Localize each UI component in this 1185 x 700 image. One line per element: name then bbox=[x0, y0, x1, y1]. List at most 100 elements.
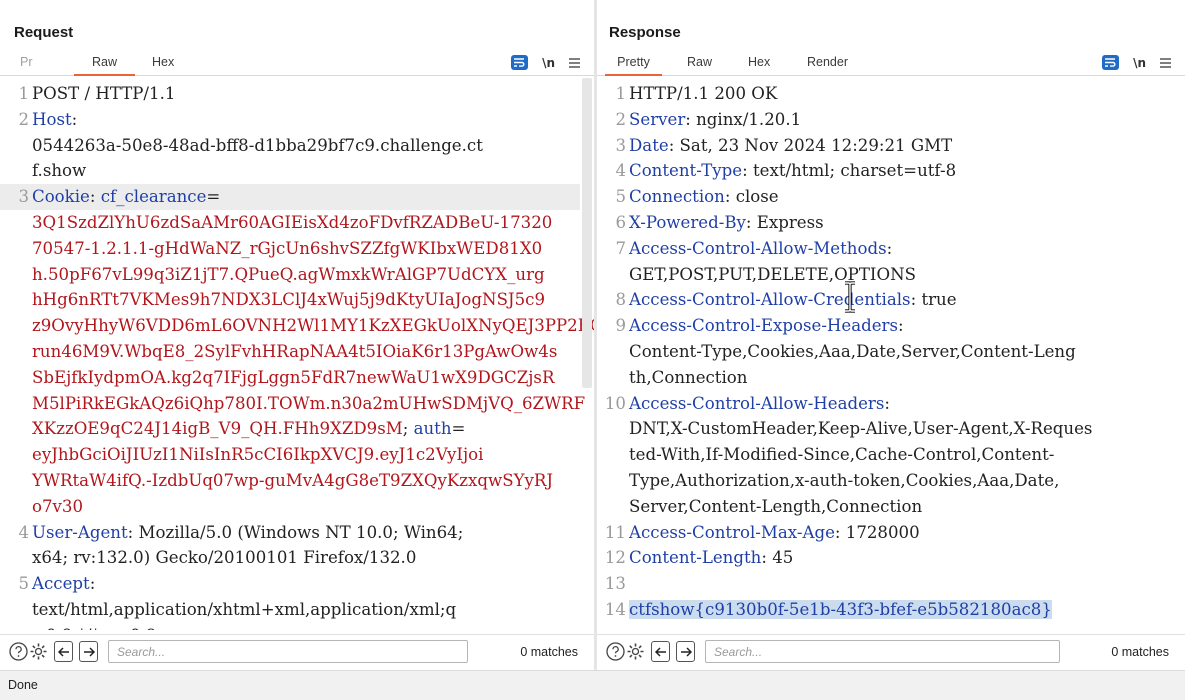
show-newlines-button[interactable]: \n bbox=[542, 56, 555, 70]
header-value: ; bbox=[402, 419, 414, 439]
line-text: text/html,application/xhtml+xml,applicat… bbox=[32, 597, 580, 623]
code-line: Content-Type,Cookies,Aaa,Date,Server,Con… bbox=[597, 339, 1171, 365]
line-text: o7v30 bbox=[32, 494, 580, 520]
header-value: : bbox=[89, 574, 96, 594]
arrow-left-icon[interactable] bbox=[54, 641, 73, 662]
code-line: =0.9,*/*;q=0.8 bbox=[0, 623, 580, 630]
line-number: 1 bbox=[18, 84, 29, 103]
response-search-input[interactable] bbox=[705, 640, 1060, 663]
wrap-lines-icon[interactable] bbox=[511, 55, 529, 70]
code-line: 5 Accept: bbox=[0, 571, 580, 597]
cookie-value: XKzzOE9qC24J14igB_V9_QH.FHh9XZD9sM bbox=[32, 419, 403, 439]
request-title: Request bbox=[14, 24, 74, 41]
line-text: X-Powered-By: Express bbox=[629, 210, 1171, 236]
line-text: User-Agent: Mozilla/5.0 (Windows NT 10.0… bbox=[32, 520, 580, 546]
cookie-key: cf_clearance bbox=[100, 187, 207, 207]
code-line: 3 Cookie: cf_clearance= bbox=[0, 184, 580, 210]
tab-raw-response[interactable]: Raw bbox=[687, 54, 712, 76]
code-line: SbEjfkIydpmOA.kg2q7IFjgLggn5FdR7newWaU1w… bbox=[0, 365, 580, 391]
code-line: 70547-1.2.1.1-gHdWaNZ_rGjcUn6shvSZZfgWKI… bbox=[0, 236, 580, 262]
arrow-right-icon[interactable] bbox=[676, 641, 695, 662]
code-line: 2 Host: bbox=[0, 107, 580, 133]
code-line: hHg6nRTt7VKMes9h7NDX3LClJ4xWuj5j9dKtyUIa… bbox=[0, 287, 580, 313]
line-number: 4 bbox=[18, 522, 29, 542]
header-name: Connection bbox=[629, 187, 725, 207]
menu-icon[interactable] bbox=[1160, 57, 1171, 68]
response-panel: Response Pretty Raw Hex Render \n 1 HTTP/… bbox=[597, 0, 1185, 670]
cookie-value: 3Q1SzdZlYhU6zdSaAMr60AGIEisXd4zoFDvfRZAD… bbox=[32, 212, 553, 232]
arrow-left-icon[interactable] bbox=[651, 641, 670, 662]
line-text: GET,POST,PUT,DELETE,OPTIONS bbox=[629, 262, 1171, 288]
header-value: = bbox=[451, 419, 466, 439]
header-name: X-Powered-By bbox=[629, 212, 746, 232]
show-newlines-button[interactable]: \n bbox=[1133, 56, 1146, 70]
code-line: M5lPiRkEGkAQz6iQhp780I.TOWm.n30a2mUHwSDM… bbox=[0, 391, 585, 417]
line-text: 0544263a-50e8-48ad-bff8-d1bba29bf7c9.cha… bbox=[32, 133, 580, 159]
request-scrollbar[interactable] bbox=[582, 78, 592, 388]
line-number bbox=[0, 158, 32, 184]
line-text: DNT,X-CustomHeader,Keep-Alive,User-Agent… bbox=[629, 416, 1171, 442]
line-number: 8 bbox=[615, 290, 626, 310]
line-text bbox=[629, 571, 1171, 597]
line-text: M5lPiRkEGkAQz6iQhp780I.TOWm.n30a2mUHwSDM… bbox=[32, 391, 585, 417]
code-line: 9 Access-Control-Expose-Headers: bbox=[597, 313, 1171, 339]
cookie-key: auth bbox=[413, 419, 452, 439]
line-number bbox=[0, 623, 32, 630]
line-number bbox=[597, 262, 629, 288]
header-value: th,Connection bbox=[629, 367, 748, 387]
tab-hex-response[interactable]: Hex bbox=[748, 54, 770, 76]
header-value: 0544263a-50e8-48ad-bff8-d1bba29bf7c9.cha… bbox=[32, 135, 483, 155]
menu-icon[interactable] bbox=[569, 57, 580, 68]
arrow-right-icon[interactable] bbox=[79, 641, 98, 662]
code-line: Type,Authorization,x-auth-token,Cookies,… bbox=[597, 468, 1171, 494]
header-name: Access-Control-Max-Age bbox=[629, 522, 835, 542]
tab-raw-request[interactable]: Raw bbox=[74, 54, 135, 76]
line-text: Access-Control-Allow-Methods: bbox=[629, 236, 1171, 262]
wrap-lines-icon[interactable] bbox=[1102, 55, 1120, 70]
tab-pretty-request[interactable]: Pr bbox=[20, 54, 33, 76]
line-number bbox=[0, 339, 32, 365]
line-number bbox=[0, 468, 32, 494]
line-text: Access-Control-Allow-Headers: bbox=[629, 391, 1171, 417]
response-editor[interactable]: 1 HTTP/1.1 200 OK 2 Server: nginx/1.20.1 3 Da… bbox=[597, 78, 1185, 630]
line-number: 4 bbox=[615, 161, 626, 181]
help-icon[interactable] bbox=[8, 642, 28, 662]
line-text: f.show bbox=[32, 158, 580, 184]
code-line: 6 X-Powered-By: Express bbox=[597, 210, 1171, 236]
line-text: h.50pF67vL99q3iZ1jT7.QPueQ.agWmxkWrAlGP7… bbox=[32, 262, 580, 288]
request-match-count: 0 matches bbox=[520, 644, 578, 659]
tab-pretty-response[interactable]: Pretty bbox=[605, 54, 662, 76]
line-number bbox=[597, 365, 629, 391]
line-number bbox=[0, 597, 32, 623]
line-text: ctfshow{c9130b0f-5e1b-43f3-bfef-e5b58218… bbox=[629, 597, 1171, 623]
cookie-value: 70547-1.2.1.1-gHdWaNZ_rGjcUn6shvSZZfgWKI… bbox=[32, 238, 543, 258]
request-editor[interactable]: 1 POST / HTTP/1.1 2 Host: 0544263a-50e8-48ad… bbox=[0, 78, 594, 630]
header-value: : text/html; charset=utf-8 bbox=[742, 161, 957, 181]
line-text: Type,Authorization,x-auth-token,Cookies,… bbox=[629, 468, 1171, 494]
settings-icon[interactable] bbox=[28, 642, 48, 662]
line-number: 12 bbox=[604, 548, 626, 568]
request-search-input[interactable] bbox=[108, 640, 468, 663]
settings-icon[interactable] bbox=[625, 642, 645, 662]
code-line: 1 HTTP/1.1 200 OK bbox=[597, 81, 1171, 107]
help-icon[interactable] bbox=[605, 642, 625, 662]
response-search-bar: 0 matches bbox=[597, 634, 1185, 668]
header-value: Content-Type,Cookies,Aaa,Date,Server,Con… bbox=[629, 341, 1076, 361]
line-number bbox=[0, 365, 32, 391]
line-number bbox=[0, 133, 32, 159]
request-panel: Request Pr Raw Hex \n 1 POST / HTTP/1.1 2 H… bbox=[0, 0, 594, 670]
code-line: 5 Connection: close bbox=[597, 184, 1171, 210]
line-text: Date: Sat, 23 Nov 2024 12:29:21 GMT bbox=[629, 133, 1171, 159]
tab-render-response[interactable]: Render bbox=[807, 54, 848, 76]
header-value: : bbox=[89, 187, 101, 207]
flag-text: ctfshow{c9130b0f-5e1b-43f3-bfef-e5b58218… bbox=[629, 599, 1052, 619]
tab-hex-request[interactable]: Hex bbox=[152, 54, 174, 76]
line-number: 10 bbox=[604, 393, 626, 413]
code-line: 4 User-Agent: Mozilla/5.0 (Windows NT 10.… bbox=[0, 520, 580, 546]
code-line: text/html,application/xhtml+xml,applicat… bbox=[0, 597, 580, 623]
cookie-value: h.50pF67vL99q3iZ1jT7.QPueQ.agWmxkWrAlGP7… bbox=[32, 264, 545, 284]
code-line: 1 POST / HTTP/1.1 bbox=[0, 81, 580, 107]
code-line: 8 Access-Control-Allow-Credentials: true bbox=[597, 287, 1171, 313]
line-text: Access-Control-Max-Age: 1728000 bbox=[629, 520, 1171, 546]
line-text: Cookie: cf_clearance= bbox=[32, 184, 580, 210]
